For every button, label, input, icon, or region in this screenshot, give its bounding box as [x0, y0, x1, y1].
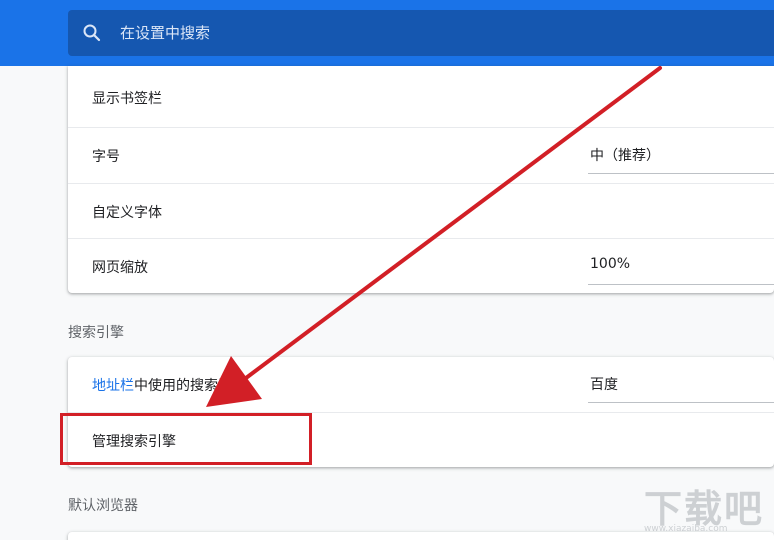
- annotation-arrow: [206, 66, 662, 407]
- watermark-url: www.xiazaiba.com: [644, 524, 728, 534]
- site-watermark: 下载吧 www.xiazaiba.com: [638, 478, 768, 540]
